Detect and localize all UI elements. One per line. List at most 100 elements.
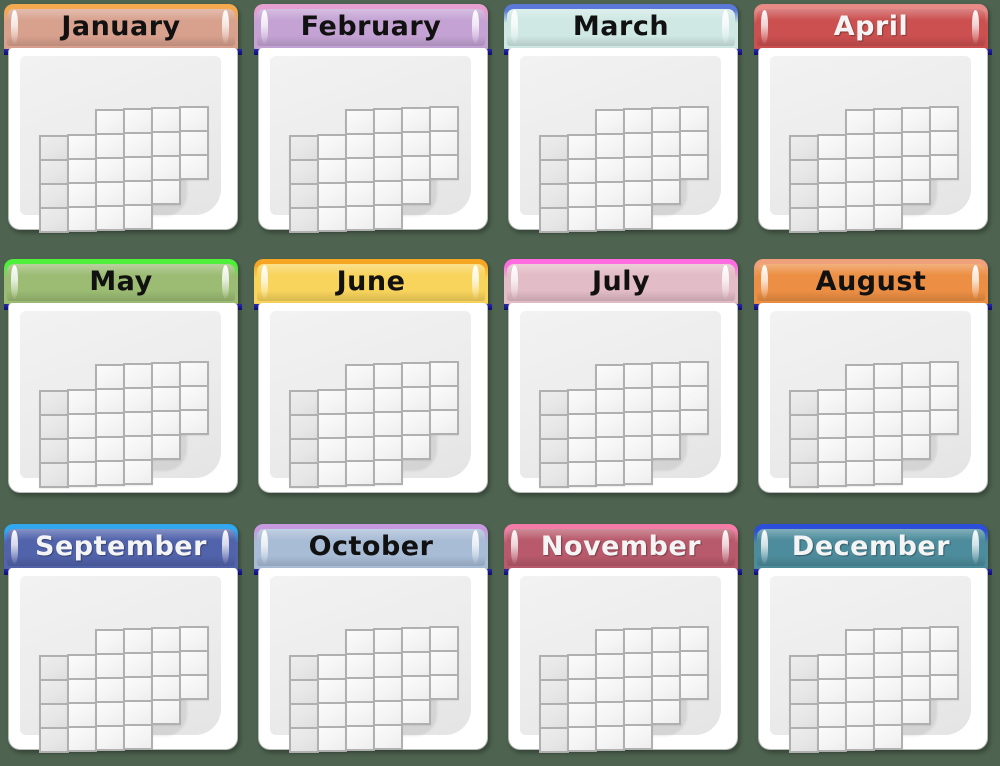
calendar-day-cell	[95, 108, 125, 135]
month-header-october[interactable]: October	[254, 524, 488, 570]
calendar-body-sheet	[758, 568, 988, 753]
month-name-label: November	[540, 530, 702, 562]
day-grid-shadow	[297, 664, 437, 736]
month-header-february[interactable]: February	[254, 4, 488, 50]
calendar-day-cell	[901, 106, 931, 133]
month-header-april[interactable]: April	[754, 4, 988, 50]
calendar-body-sheet	[758, 48, 988, 233]
month-name-label: February	[300, 10, 442, 42]
calendar-card-july[interactable]: July	[504, 259, 744, 499]
calendar-day-cell	[679, 361, 709, 387]
month-header-july[interactable]: July	[504, 259, 738, 305]
month-name-label: May	[89, 265, 153, 297]
calendar-day-cell	[595, 628, 625, 655]
calendar-card-december[interactable]: December	[754, 524, 994, 756]
calendar-day-cell	[151, 361, 181, 388]
calendar-day-cell	[623, 627, 653, 654]
calendar-body-sheet	[508, 48, 738, 233]
calendar-card-june[interactable]: June	[254, 259, 494, 499]
calendar-day-cell	[401, 106, 431, 133]
calendar-day-cell	[873, 627, 903, 654]
month-name-label: September	[35, 530, 207, 562]
calendar-day-cell	[845, 628, 875, 655]
calendar-day-cell	[929, 626, 959, 652]
month-name-label: December	[791, 530, 951, 562]
month-header-may[interactable]: May	[4, 259, 238, 305]
calendar-body-sheet	[258, 568, 488, 753]
day-grid-shadow	[547, 664, 687, 736]
calendar-day-cell	[595, 108, 625, 135]
calendar-day-cell	[123, 627, 153, 654]
calendar-day-cell	[179, 106, 209, 132]
month-name-label: January	[61, 10, 181, 42]
calendar-day-cell	[123, 107, 153, 134]
calendar-day-cell	[873, 362, 903, 389]
month-name-label: June	[336, 265, 406, 297]
day-grid-shadow	[547, 144, 687, 216]
calendar-body-sheet	[508, 568, 738, 753]
calendar-day-cell	[651, 361, 681, 388]
month-name-label: October	[308, 530, 434, 562]
day-grid-shadow	[47, 399, 187, 471]
calendar-day-cell	[651, 106, 681, 133]
calendar-day-cell	[901, 361, 931, 388]
calendar-day-cell	[845, 108, 875, 135]
calendar-day-cell	[623, 107, 653, 134]
month-header-august[interactable]: August	[754, 259, 988, 305]
calendar-body-sheet	[258, 48, 488, 233]
day-grid-shadow	[797, 664, 937, 736]
calendar-day-cell	[95, 628, 125, 655]
day-grid-shadow	[297, 399, 437, 471]
month-name-label: August	[815, 265, 927, 297]
calendar-day-cell	[401, 626, 431, 653]
calendar-day-cell	[179, 361, 209, 387]
month-header-september[interactable]: September	[4, 524, 238, 570]
calendar-day-cell	[679, 106, 709, 132]
calendar-day-cell	[873, 107, 903, 134]
calendar-body-sheet	[8, 48, 238, 233]
calendar-card-august[interactable]: August	[754, 259, 994, 499]
day-grid-shadow	[297, 144, 437, 216]
calendar-body-sheet	[8, 303, 238, 493]
month-header-november[interactable]: November	[504, 524, 738, 570]
calendar-card-october[interactable]: October	[254, 524, 494, 756]
calendar-day-cell	[929, 106, 959, 132]
day-grid-shadow	[47, 664, 187, 736]
calendar-card-november[interactable]: November	[504, 524, 744, 756]
calendar-body-sheet	[508, 303, 738, 493]
calendar-card-may[interactable]: May	[4, 259, 244, 499]
calendar-body-sheet	[258, 303, 488, 493]
calendar-day-cell	[901, 626, 931, 653]
calendar-card-september[interactable]: September	[4, 524, 244, 756]
day-grid-shadow	[47, 144, 187, 216]
month-header-june[interactable]: June	[254, 259, 488, 305]
calendar-body-sheet	[8, 568, 238, 753]
calendar-day-cell	[401, 361, 431, 388]
calendar-day-cell	[345, 108, 375, 135]
calendar-day-cell	[373, 362, 403, 389]
month-header-march[interactable]: March	[504, 4, 738, 50]
month-header-january[interactable]: January	[4, 4, 238, 50]
month-name-label: March	[572, 10, 670, 42]
month-header-december[interactable]: December	[754, 524, 988, 570]
calendar-day-cell	[651, 626, 681, 653]
calendar-day-cell	[373, 627, 403, 654]
calendar-day-cell	[679, 626, 709, 652]
calendar-month-grid: January February March April May June July Augu…	[0, 0, 1000, 766]
calendar-day-cell	[123, 362, 153, 389]
calendar-day-cell	[345, 363, 375, 390]
calendar-card-march[interactable]: March	[504, 4, 744, 236]
calendar-card-february[interactable]: February	[254, 4, 494, 236]
calendar-day-cell	[179, 626, 209, 652]
calendar-day-cell	[95, 363, 125, 390]
calendar-day-cell	[151, 626, 181, 653]
calendar-card-january[interactable]: January	[4, 4, 244, 236]
calendar-day-cell	[151, 106, 181, 133]
calendar-day-cell	[345, 628, 375, 655]
day-grid-shadow	[797, 399, 937, 471]
calendar-day-cell	[429, 361, 459, 387]
day-grid-shadow	[547, 399, 687, 471]
calendar-card-april[interactable]: April	[754, 4, 994, 236]
calendar-day-cell	[845, 363, 875, 390]
calendar-day-cell	[373, 107, 403, 134]
